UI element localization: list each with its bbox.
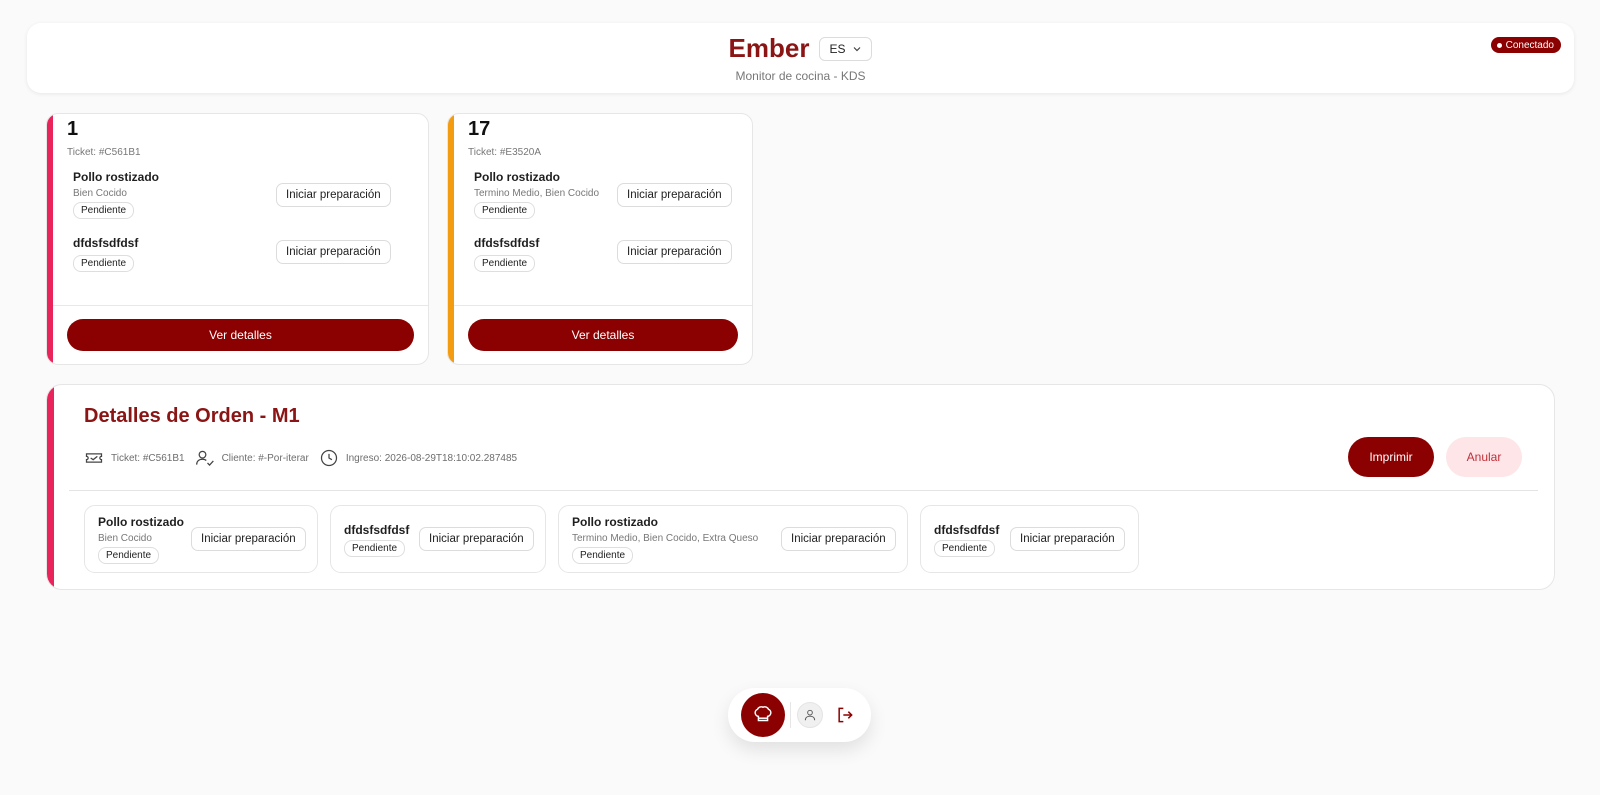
title-row: Ember ES [729,33,873,64]
view-details-button[interactable]: Ver detalles [468,319,738,351]
user-check-icon [195,450,214,466]
language-select[interactable]: ES [819,36,873,61]
detail-item-text: dfdsfsdfdsf Pendiente [934,523,999,557]
meta-ticket-text: Ticket: #C561B1 [111,452,185,464]
order-number: 17 [468,118,491,140]
connection-status-badge: Conectado [1490,37,1561,53]
item-name: Pollo rostizado [73,170,160,184]
meta-ingreso-text: Ingreso: 2026-08-29T18:10:02.287485 [345,452,518,464]
start-preparation-button[interactable]: Iniciar preparación [276,183,391,207]
chevron-down-icon [854,46,861,51]
item-status-badge: Pendiente [73,202,135,219]
meta-client-text: Cliente: #-Por-iterar [221,452,309,464]
app-header: Ember ES Monitor de cocina - KDS Conecta… [27,23,1574,93]
item-status-badge: Pendiente [572,547,634,564]
app-title: Ember [728,33,810,63]
item-name: Pollo rostizado [474,170,561,184]
item-name: Pollo rostizado [98,515,185,529]
start-preparation-button[interactable]: Iniciar preparación [276,240,391,264]
detail-item: dfdsfsdfdsf Pendiente Iniciar preparació… [920,505,1139,573]
item-name: Pollo rostizado [572,515,659,529]
ticket-icon [85,453,103,463]
print-button[interactable]: Imprimir [1348,437,1434,477]
status-dot-icon [1496,42,1502,48]
card-divider [53,305,428,306]
details-accent-bar [47,385,54,589]
item-status-badge: Pendiente [344,540,406,557]
order-ticket: Ticket: #C561B1 [67,147,141,158]
details-divider [69,490,1538,491]
header-center: Ember ES Monitor de cocina - KDS [27,33,1574,83]
bottom-nav [728,688,871,742]
nav-kitchen-button[interactable] [741,693,785,737]
language-value: ES [829,41,846,56]
detail-item-text: dfdsfsdfdsf Pendiente [344,523,409,557]
detail-item-text: Pollo rostizado Termino Medio, Bien Coci… [572,515,758,564]
view-details-button[interactable]: Ver detalles [67,319,414,351]
clock-icon [320,449,337,467]
details-meta: Ticket: #C561B1 Cliente: #-Por-iterar In… [84,448,517,468]
order-accent-bar [47,114,53,364]
nav-logout-button[interactable] [833,703,857,727]
nav-profile-button[interactable] [797,702,823,728]
item-status-badge: Pendiente [474,202,536,219]
order-ticket: Ticket: #E3520A [468,147,542,158]
start-preparation-button[interactable]: Iniciar preparación [1010,527,1125,551]
status-label: Conectado [1505,39,1554,51]
detail-item: Pollo rostizado Bien Cocido Pendiente In… [84,505,318,573]
nav-separator [790,702,791,728]
order-accent-bar [448,114,454,364]
item-status-badge: Pendiente [474,255,536,272]
logout-icon [838,707,853,723]
item-modifiers: Bien Cocido [98,533,152,544]
meta-ticket: Ticket: #C561B1 [84,448,185,468]
item-status-badge: Pendiente [73,255,135,272]
detail-item-text: Pollo rostizado Bien Cocido Pendiente [98,515,184,564]
item-name: dfdsfsdfdsf [934,523,1000,537]
order-details-panel: Detalles de Orden - M1 Ticket: #C561B1 C… [46,384,1555,590]
start-preparation-button[interactable]: Iniciar preparación [617,240,732,264]
item-status-badge: Pendiente [934,540,996,557]
user-icon [804,709,816,721]
start-preparation-button[interactable]: Iniciar preparación [419,527,534,551]
order-number: 1 [67,118,79,140]
start-preparation-button[interactable]: Iniciar preparación [617,183,732,207]
chef-hat-icon [754,706,772,722]
order-card[interactable]: 1 Ticket: #C561B1 Pollo rostizado Bien C… [46,113,429,365]
card-divider [454,305,752,306]
item-status-badge: Pendiente [98,547,160,564]
item-modifiers: Termino Medio, Bien Cocido, Extra Queso [572,533,759,544]
app-subtitle: Monitor de cocina - KDS [735,69,866,83]
details-title: Detalles de Orden - M1 [84,405,300,427]
start-preparation-button[interactable]: Iniciar preparación [191,527,306,551]
meta-ingreso: Ingreso: 2026-08-29T18:10:02.287485 [319,448,517,468]
item-name: dfdsfsdfdsf [344,523,410,537]
order-card[interactable]: 17 Ticket: #E3520A Pollo rostizado Termi… [447,113,753,365]
cancel-order-button[interactable]: Anular [1446,437,1522,477]
start-preparation-button[interactable]: Iniciar preparación [781,527,896,551]
detail-item: Pollo rostizado Termino Medio, Bien Coci… [558,505,908,573]
detail-item: dfdsfsdfdsf Pendiente Iniciar preparació… [330,505,546,573]
meta-client: Cliente: #-Por-iterar [195,448,309,468]
